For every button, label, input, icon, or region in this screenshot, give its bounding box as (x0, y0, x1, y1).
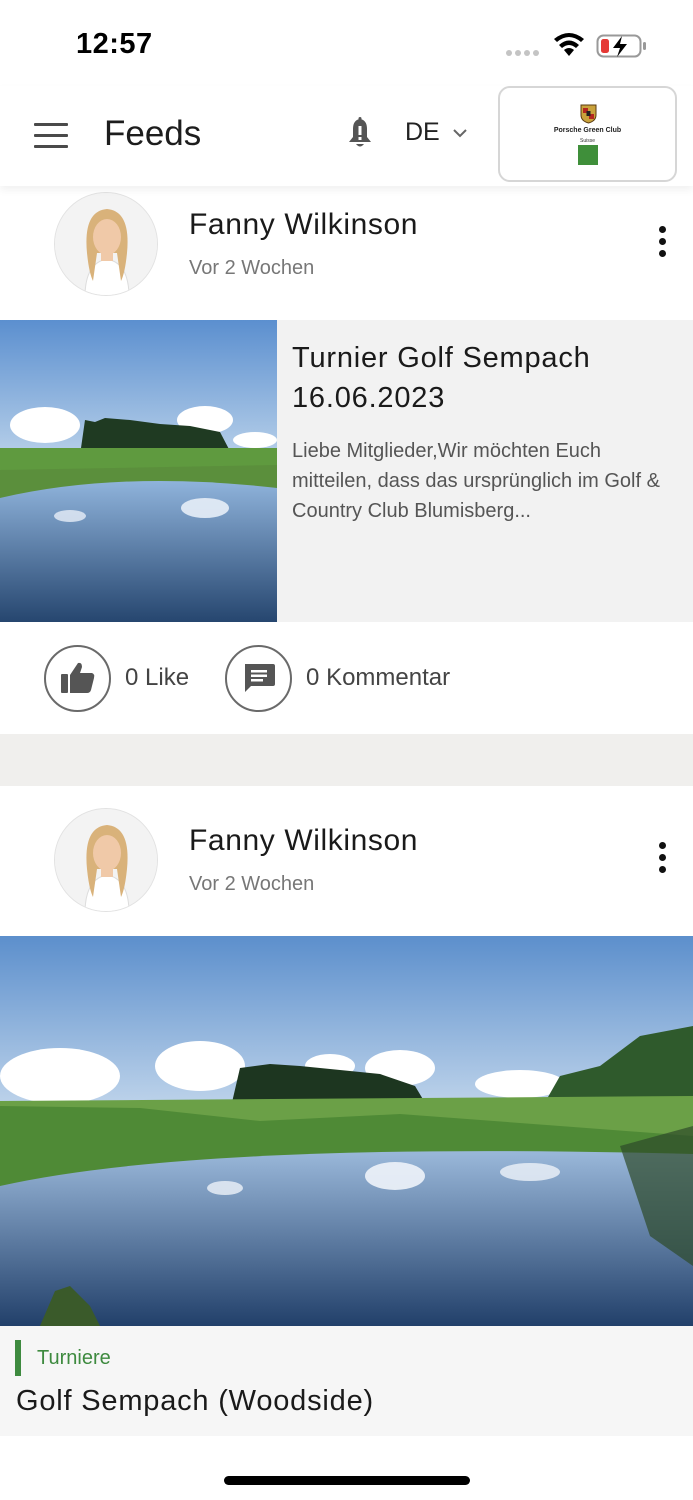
battery-charging-icon (596, 34, 646, 58)
feed-separator (0, 734, 693, 786)
wifi-icon (554, 33, 584, 56)
card-actions: 0 Like 0 Kommentar (0, 622, 693, 734)
status-bar: 12:57 (0, 0, 693, 86)
event-title: Golf Sempach (Woodside) (16, 1385, 374, 1417)
language-label: DE (405, 118, 440, 146)
event-image[interactable] (0, 936, 693, 1326)
thumbs-up-icon (60, 662, 94, 693)
club-logo-name: Porsche Green Club (553, 127, 622, 134)
club-flag-icon (578, 145, 598, 165)
post-excerpt: Liebe Mitglieder,Wir möchten Euch mittei… (292, 440, 660, 522)
chevron-down-icon (453, 128, 467, 137)
avatar[interactable] (54, 808, 158, 912)
club-logo-sub: Suisse (579, 138, 595, 144)
more-options-icon[interactable] (650, 226, 674, 262)
page-title: Feeds (104, 114, 202, 153)
comment-icon-circle (225, 644, 293, 712)
comment-count: 0 Kommentar (306, 664, 451, 691)
post-thumbnail (0, 320, 277, 622)
bell-icon[interactable] (345, 116, 375, 150)
comment-icon (244, 664, 275, 692)
card-header: Fanny Wilkinson Vor 2 Wochen (0, 786, 693, 936)
club-logo[interactable]: Porsche Green Club Suisse (498, 86, 677, 182)
category-tag: Turniere (15, 1340, 111, 1376)
post-time: Vor 2 Wochen (189, 873, 315, 895)
like-button[interactable]: 0 Like (44, 644, 190, 712)
card-header: Fanny Wilkinson Vor 2 Wochen (0, 186, 693, 320)
feed-list: Fanny Wilkinson Vor 2 Wochen Turnier Gol… (0, 186, 693, 1436)
signal-icon (506, 50, 539, 56)
post-title: Turnier Golf Sempach 16.06.2023 (292, 342, 591, 414)
status-time: 12:57 (76, 28, 153, 60)
like-count: 0 Like (125, 664, 190, 691)
home-indicator[interactable] (224, 1476, 470, 1485)
feed-card[interactable]: Fanny Wilkinson Vor 2 Wochen (0, 786, 693, 1436)
menu-icon[interactable] (34, 123, 70, 149)
like-icon-circle (44, 644, 111, 712)
event-info[interactable]: Turniere Golf Sempach (Woodside) (0, 1326, 693, 1436)
comment-button[interactable]: 0 Kommentar (225, 644, 451, 712)
post-content[interactable]: Turnier Golf Sempach 16.06.2023 Liebe Mi… (0, 320, 693, 622)
avatar[interactable] (54, 192, 158, 296)
more-options-icon[interactable] (650, 842, 674, 878)
author-name: Fanny Wilkinson (189, 824, 419, 857)
post-time: Vor 2 Wochen (189, 257, 315, 279)
post-text: Turnier Golf Sempach 16.06.2023 Liebe Mi… (277, 320, 693, 622)
crest-icon (580, 104, 597, 124)
author-name: Fanny Wilkinson (189, 208, 419, 241)
language-select[interactable]: DE (405, 118, 468, 147)
app-header: Feeds DE Porsche Green Club Suisse (0, 86, 693, 186)
feed-card[interactable]: Fanny Wilkinson Vor 2 Wochen (0, 186, 693, 734)
